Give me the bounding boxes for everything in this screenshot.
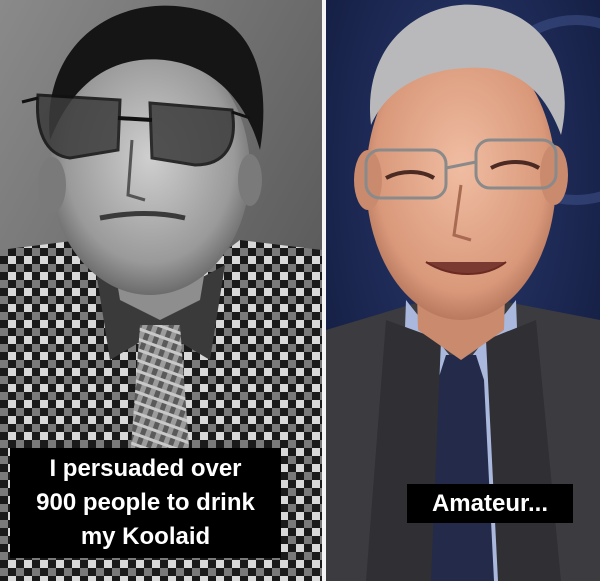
left-caption: I persuaded over 900 people to drink my …	[10, 448, 281, 558]
right-photo	[326, 0, 600, 581]
right-photo-panel	[326, 0, 600, 581]
